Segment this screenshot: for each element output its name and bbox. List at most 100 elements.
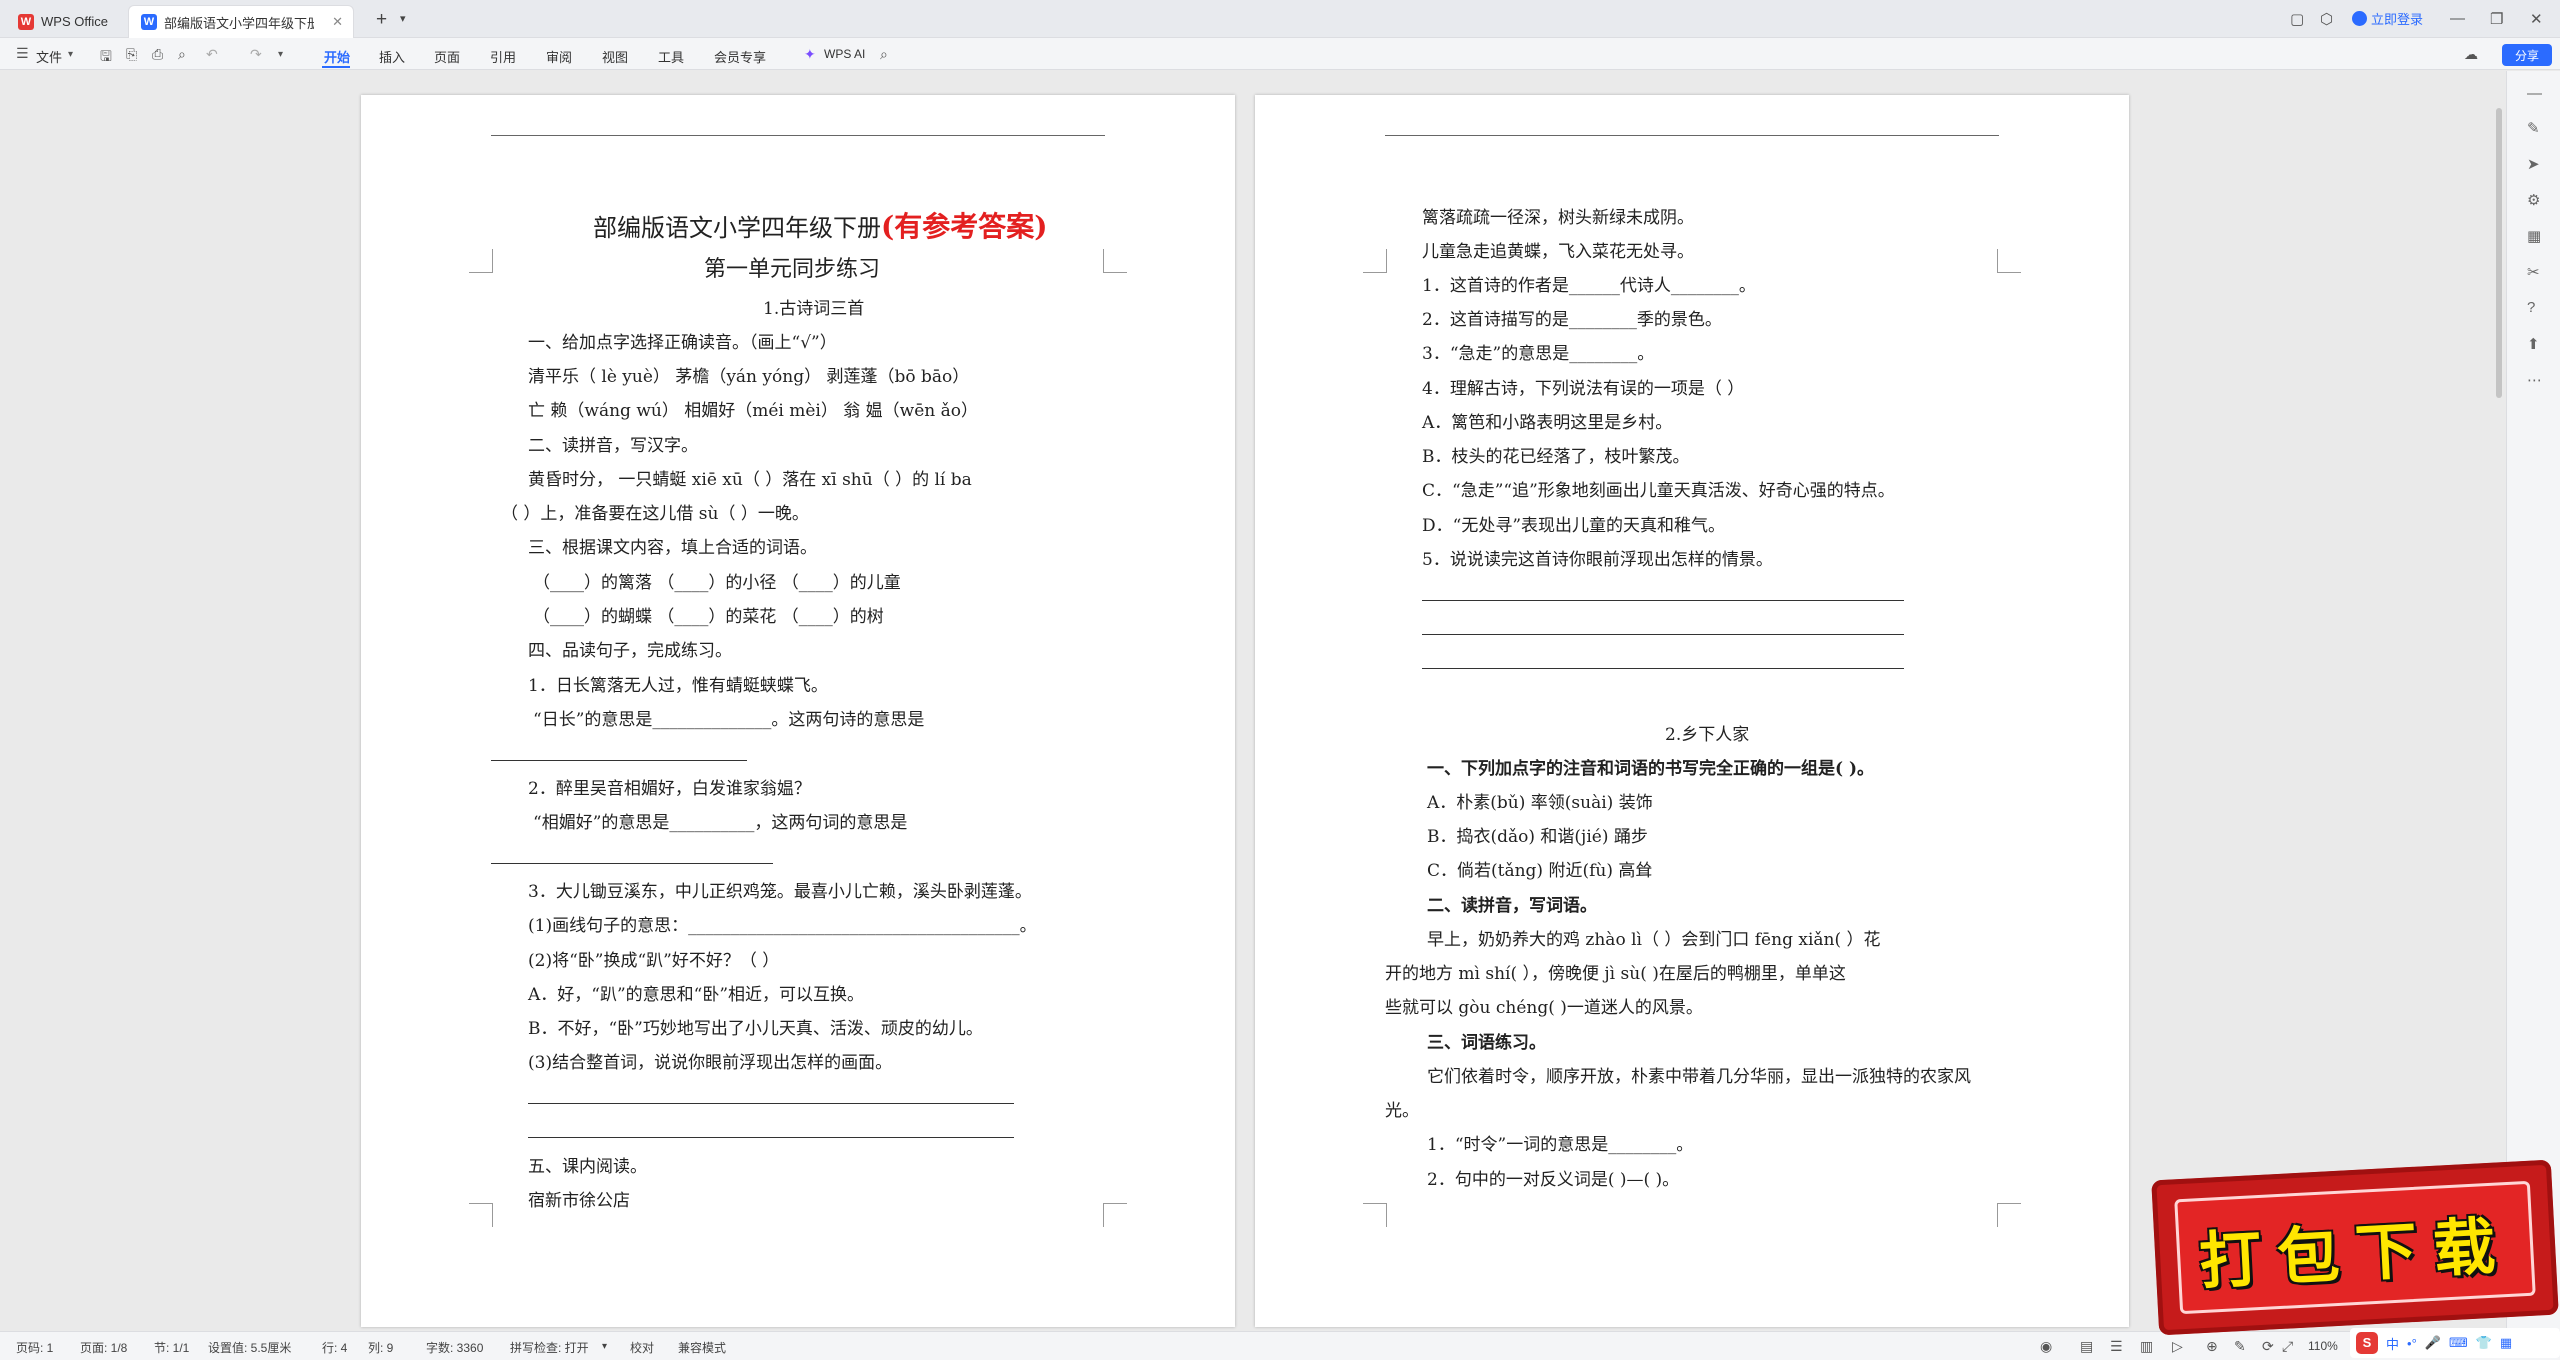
l2-q1-option-c: C．倘若(tǎng) 附近(fù) 高耸 xyxy=(1427,861,1653,881)
page-view-icon[interactable]: ▤ xyxy=(2080,1338,2093,1355)
hamburger-menu-icon[interactable]: ☰ xyxy=(16,45,29,62)
tab-insert[interactable]: 插入 xyxy=(379,47,405,66)
ribbon-menu-bar: ☰ 文件 ▾ 🖫 ⎘ ⎙ ⌕ ↶ ↷ ▾ 开始 插入 页面 引用 审阅 视图 工… xyxy=(0,38,2560,70)
zoom-level[interactable]: 110% xyxy=(2308,1339,2338,1353)
close-tab-icon[interactable]: ✕ xyxy=(332,14,343,30)
skin-icon[interactable]: 👕 xyxy=(2476,1335,2492,1351)
q4-3-poem: 3．大儿锄豆溪东，中儿正织鸡笼。最喜小儿亡赖，溪头卧剥莲蓬。 xyxy=(528,882,1032,902)
login-label: 立即登录 xyxy=(2371,12,2424,27)
tab-wps-office-home[interactable]: W WPS Office xyxy=(6,5,126,38)
cube-icon[interactable]: ⬡ xyxy=(2320,10,2333,28)
l2-q3-sub2: 2．句中的一对反义词是( )—( )。 xyxy=(1427,1170,1680,1190)
new-tab-plus-icon[interactable]: + xyxy=(376,9,387,31)
q4-3-option-a: A．好，“趴”的意思和“卧”相近，可以互换。 xyxy=(528,985,865,1005)
status-page-count[interactable]: 页面: 1/8 xyxy=(80,1339,127,1356)
status-row[interactable]: 行: 4 xyxy=(322,1339,347,1356)
title-text: 部编版语文小学四年级下册 xyxy=(593,214,881,242)
pen-edit-icon[interactable]: ✎ xyxy=(2527,119,2540,137)
search-icon[interactable]: ⌕ xyxy=(880,46,888,63)
badge-text: 打包下载 xyxy=(2197,1208,2513,1298)
play-icon[interactable]: ▷ xyxy=(2172,1338,2183,1355)
q4-1-poem: 1．日长篱落无人过，惟有蜻蜓蛱蝶飞。 xyxy=(528,676,828,696)
rotate-icon[interactable]: ⟳ xyxy=(2262,1338,2274,1355)
print-preview-icon[interactable]: ⌕ xyxy=(178,46,186,63)
ime-grid-icon[interactable]: ▦ xyxy=(2500,1335,2512,1351)
tab-page[interactable]: 页面 xyxy=(434,47,460,66)
status-section[interactable]: 节: 1/1 xyxy=(154,1339,189,1356)
collapse-panel-icon[interactable]: — xyxy=(2527,85,2542,102)
q4-3-sub1: (1)画线句子的意思：_____________________________… xyxy=(528,916,1037,936)
export-pdf-icon[interactable]: ⎘ xyxy=(126,46,137,63)
tab-references[interactable]: 引用 xyxy=(490,47,516,66)
tab-member[interactable]: 会员专享 xyxy=(714,47,766,66)
spell-chevron-down-icon[interactable]: ▾ xyxy=(602,1341,607,1352)
restore-window-icon[interactable]: ❐ xyxy=(2490,10,2503,28)
q4-1-question: “日长”的意思是______________。这两句诗的意思是 xyxy=(533,710,925,730)
minimize-icon[interactable]: — xyxy=(2450,10,2465,27)
share-label: 分享 xyxy=(2514,48,2539,63)
outline-view-icon[interactable]: ☰ xyxy=(2110,1338,2123,1355)
tab-document[interactable]: W 部编版语文小学四年级下册新 ✕ xyxy=(128,5,354,38)
sogou-ime-icon[interactable]: S xyxy=(2356,1332,2378,1354)
status-setting[interactable]: 设置值: 5.5厘米 xyxy=(208,1339,291,1356)
cloud-sync-icon[interactable]: ☁ xyxy=(2464,46,2478,63)
q2-text-2: （ ）上，准备要在这儿借 sù（ ）一晚。 xyxy=(501,504,809,524)
download-bundle-badge[interactable]: 打包下载 xyxy=(2151,1159,2559,1336)
window-layout-icon[interactable]: ▢ xyxy=(2290,10,2304,28)
adjust-settings-icon[interactable]: ⚙ xyxy=(2527,191,2540,209)
undo-icon[interactable]: ↶ xyxy=(206,46,218,63)
status-page-number[interactable]: 页码: 1 xyxy=(16,1339,53,1356)
answer-line xyxy=(1422,668,1904,669)
keyboard-icon[interactable]: ⌨ xyxy=(2449,1335,2468,1351)
file-chevron-down-icon[interactable]: ▾ xyxy=(68,49,73,60)
tools-icon[interactable]: ✂ xyxy=(2527,263,2540,281)
status-column[interactable]: 列: 9 xyxy=(368,1339,393,1356)
ime-toolbar[interactable]: S 中 •° 🎤 ⌨ 👕 ▦ xyxy=(2350,1328,2560,1358)
tab-list-chevron-down-icon[interactable]: ▾ xyxy=(400,12,406,25)
save-icon[interactable]: 🖫 xyxy=(100,46,112,70)
reading-view-icon[interactable]: ▥ xyxy=(2140,1338,2153,1355)
microphone-icon[interactable]: 🎤 xyxy=(2425,1335,2441,1351)
p2-q4-option-d: D．“无处寻”表现出儿童的天真和稚气。 xyxy=(1422,516,1726,536)
ime-language[interactable]: 中 xyxy=(2386,1334,2399,1353)
scrollbar-thumb[interactable] xyxy=(2496,108,2502,398)
header-line xyxy=(1385,135,1999,136)
status-spell-check[interactable]: 拼写检查: 打开 xyxy=(510,1339,589,1356)
share-button[interactable]: 分享 xyxy=(2502,44,2552,66)
status-proofread[interactable]: 校对 xyxy=(630,1339,654,1356)
wps-writer-window: W WPS Office W 部编版语文小学四年级下册新 ✕ + ▾ ▢ ⬡ 立… xyxy=(0,0,2560,1360)
header-line xyxy=(491,135,1105,136)
share-doc-icon[interactable]: ⬆ xyxy=(2527,335,2540,353)
answer-line xyxy=(528,1103,1014,1104)
expand-icon[interactable]: ⤢ xyxy=(2282,1338,2293,1355)
status-word-count[interactable]: 字数: 3360 xyxy=(426,1339,483,1356)
file-menu[interactable]: 文件 xyxy=(36,47,62,66)
tab-start[interactable]: 开始 xyxy=(324,47,350,66)
eye-protection-icon[interactable]: ◉ xyxy=(2040,1338,2052,1355)
redo-icon[interactable]: ↷ xyxy=(250,46,262,63)
select-cursor-icon[interactable]: ➤ xyxy=(2527,155,2540,173)
document-page-2[interactable]: 篱落疏疏一径深，树头新绿未成阴。 儿童急走追黄蝶，飞入菜花无处寻。 1．这首诗的… xyxy=(1255,95,2129,1327)
document-workspace[interactable]: ⋮⋮ 部编版语文小学四年级下册(有参考答案) 第一单元同步练习 1.古诗词三首 … xyxy=(0,71,2495,1330)
web-view-icon[interactable]: ⊕ xyxy=(2206,1338,2218,1355)
wps-logo-icon: W xyxy=(18,13,34,30)
ime-punctuation-icon[interactable]: •° xyxy=(2407,1336,2417,1351)
tab-view[interactable]: 视图 xyxy=(602,47,628,66)
q3-heading: 三、根据课文内容，填上合适的词语。 xyxy=(528,538,817,558)
p2-q4-option-a: A．篱笆和小路表明这里是乡村。 xyxy=(1422,413,1673,433)
help-icon[interactable]: ? xyxy=(2527,299,2535,316)
login-button[interactable]: 立即登录 xyxy=(2352,9,2423,28)
close-window-icon[interactable]: ✕ xyxy=(2530,10,2543,28)
wps-ai-button[interactable]: WPS AI xyxy=(824,47,865,61)
more-chevron-down-icon[interactable]: ▾ xyxy=(278,49,283,60)
tab-tools[interactable]: 工具 xyxy=(658,47,684,66)
l2-q3-text-1: 它们依着时令，顺序开放，朴素中带着几分华丽，显出一派独特的农家风 xyxy=(1427,1067,1971,1087)
print-icon[interactable]: ⎙ xyxy=(152,46,163,63)
more-options-icon[interactable]: ⋯ xyxy=(2527,371,2542,389)
format-icon[interactable]: ▦ xyxy=(2527,227,2541,245)
document-page-1[interactable]: 部编版语文小学四年级下册(有参考答案) 第一单元同步练习 1.古诗词三首 一、给… xyxy=(361,95,1235,1327)
tab-review[interactable]: 审阅 xyxy=(546,47,572,66)
status-compat-mode[interactable]: 兼容模式 xyxy=(678,1339,726,1356)
q2-heading: 二、读拼音，写汉字。 xyxy=(528,436,698,456)
pen-mode-icon[interactable]: ✎ xyxy=(2234,1338,2246,1355)
